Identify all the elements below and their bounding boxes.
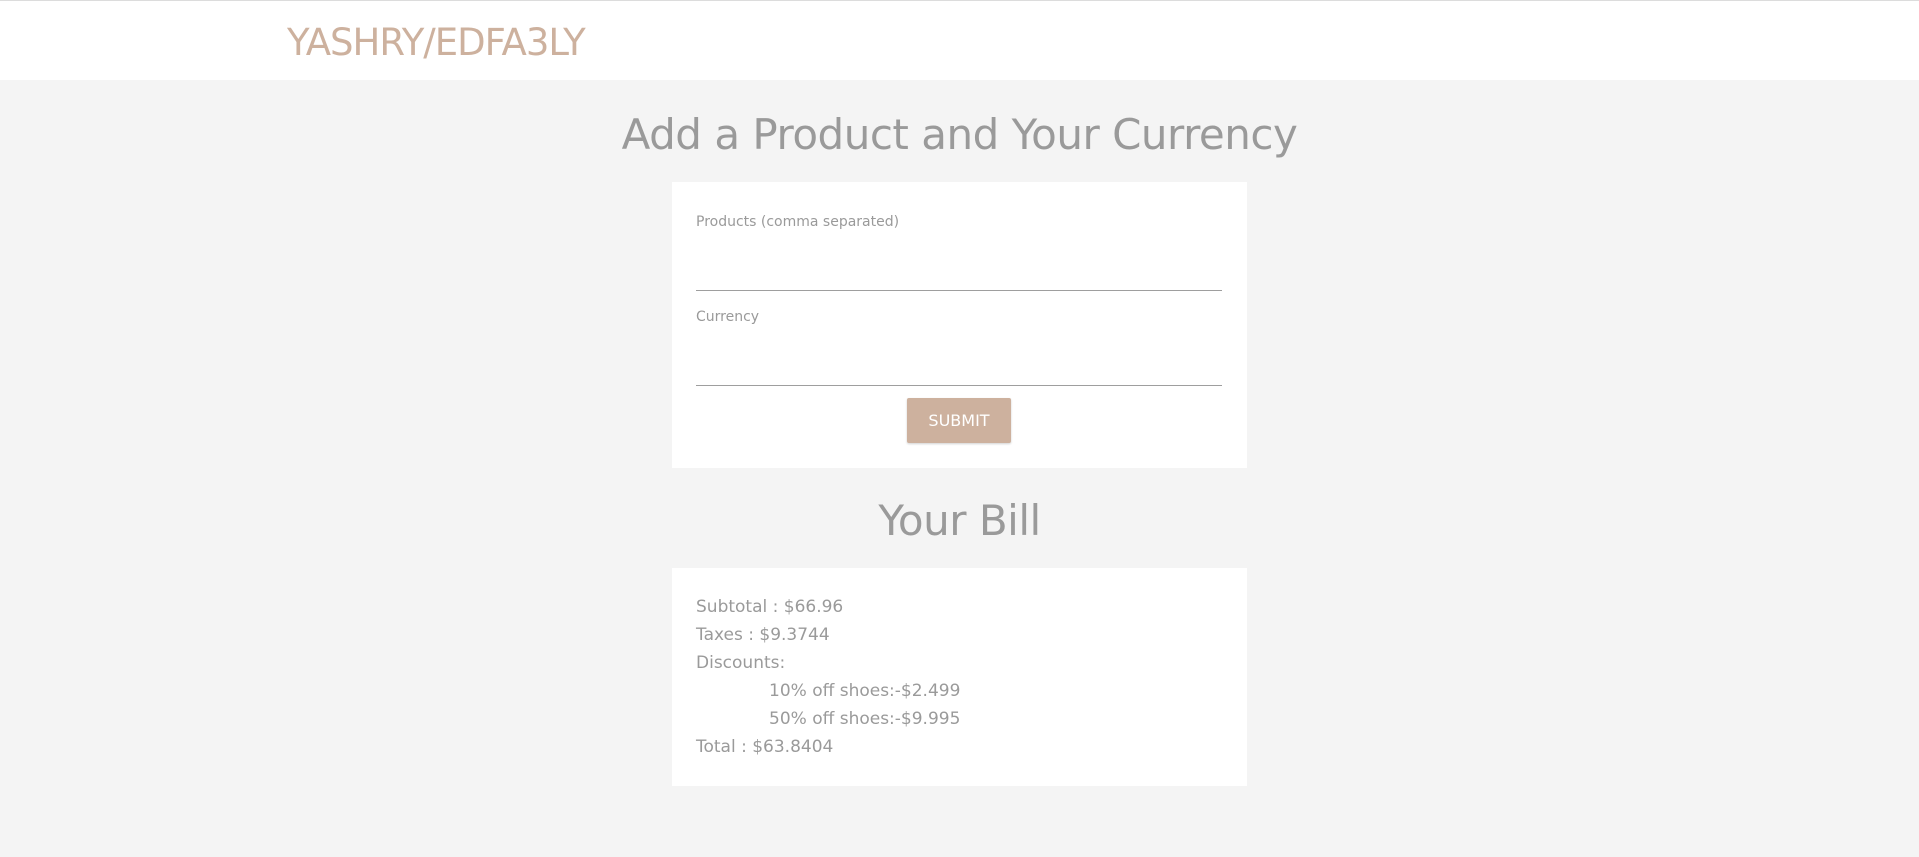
bill-discount-item: 10% off shoes:-$2.499 bbox=[769, 681, 961, 701]
navbar: YASHRY/EDFA3LY bbox=[0, 0, 1919, 80]
products-input[interactable] bbox=[696, 257, 1222, 291]
add-product-heading: Add a Product and Your Currency bbox=[621, 110, 1298, 159]
submit-button[interactable]: SUBMIT bbox=[907, 398, 1011, 443]
your-bill-heading: Your Bill bbox=[878, 496, 1041, 545]
bill-discount-item: 50% off shoes:-$9.995 bbox=[769, 709, 961, 729]
bill-subtotal: Subtotal : $66.96 bbox=[696, 597, 844, 617]
products-label: Products (comma separated) bbox=[696, 214, 900, 230]
bill-total: Total : $63.8404 bbox=[696, 737, 834, 757]
currency-input[interactable] bbox=[696, 352, 1222, 386]
product-form-card: Products (comma separated) Currency SUBM… bbox=[672, 182, 1247, 468]
currency-label: Currency bbox=[696, 309, 760, 325]
bill-taxes: Taxes : $9.3744 bbox=[696, 625, 830, 645]
brand-logo-link[interactable]: YASHRY/EDFA3LY bbox=[287, 19, 586, 67]
bill-discounts-label: Discounts: bbox=[696, 653, 786, 673]
bill-card: Subtotal : $66.96 Taxes : $9.3744 Discou… bbox=[672, 568, 1247, 786]
